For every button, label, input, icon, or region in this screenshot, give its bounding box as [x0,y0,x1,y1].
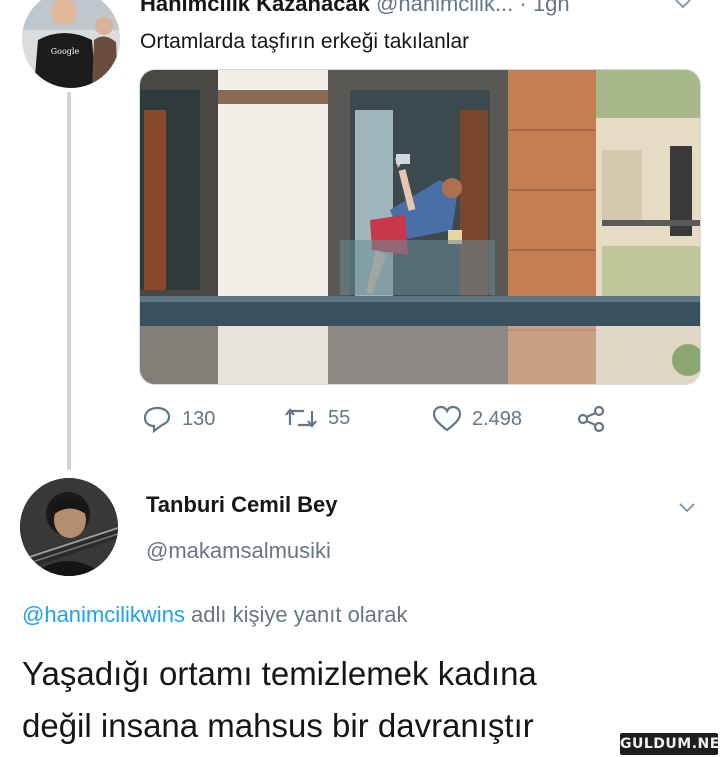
retweet-button[interactable]: 55 [284,405,350,431]
chevron-down-icon[interactable] [674,0,692,16]
author-name[interactable]: Hanımcılık Kazanacak [140,0,370,16]
tweet-header: Hanımcılık Kazanacak @hanimcilik... · 1g… [140,0,570,17]
tweet-time[interactable]: · 1gn [513,0,569,16]
avatar-photo [20,478,118,576]
retweet-icon [285,408,317,428]
reply-mention-link[interactable]: @hanimcilikwins [22,602,185,627]
tweet-text: Ortamlarda taşfırın erkeği takılanlar [140,30,470,53]
like-icon [432,405,462,432]
avatar[interactable] [20,478,118,576]
chevron-down-icon[interactable] [678,494,696,520]
tweet-text-line: değil insana mahsus bir davranıştır [22,707,534,744]
thread-connector-line [67,92,71,470]
share-icon [577,405,605,433]
like-count: 2.498 [472,407,523,430]
reply-icon [143,406,171,433]
like-button[interactable]: 2.498 [432,405,522,433]
retweet-count: 55 [328,406,351,429]
site-watermark: GULDUM.NET [620,733,720,755]
share-button[interactable] [576,405,606,433]
reply-button[interactable]: 130 [142,405,215,433]
author-handle[interactable]: @hanimcilik... [376,0,513,16]
author-handle[interactable]: @makamsalmusiki [146,538,331,564]
author-name[interactable]: Tanburi Cemil Bey [146,492,338,518]
tweet-text: Yaşadığı ortamı temizlemek kadına değil … [22,648,712,752]
reply-context-text: adlı kişiye yanıt olarak [184,602,408,627]
svg-text:Google: Google [51,47,80,56]
reply-context: @hanimcilikwins adlı kişiye yanıt olarak [22,602,407,628]
reply-count: 130 [182,407,216,430]
tweet-text-line: Yaşadığı ortamı temizlemek kadına [22,655,537,692]
avatar[interactable]: Google [22,0,120,88]
tweet-image[interactable] [139,69,701,385]
building-window-photo [140,70,700,384]
avatar-photo: Google [22,0,120,88]
